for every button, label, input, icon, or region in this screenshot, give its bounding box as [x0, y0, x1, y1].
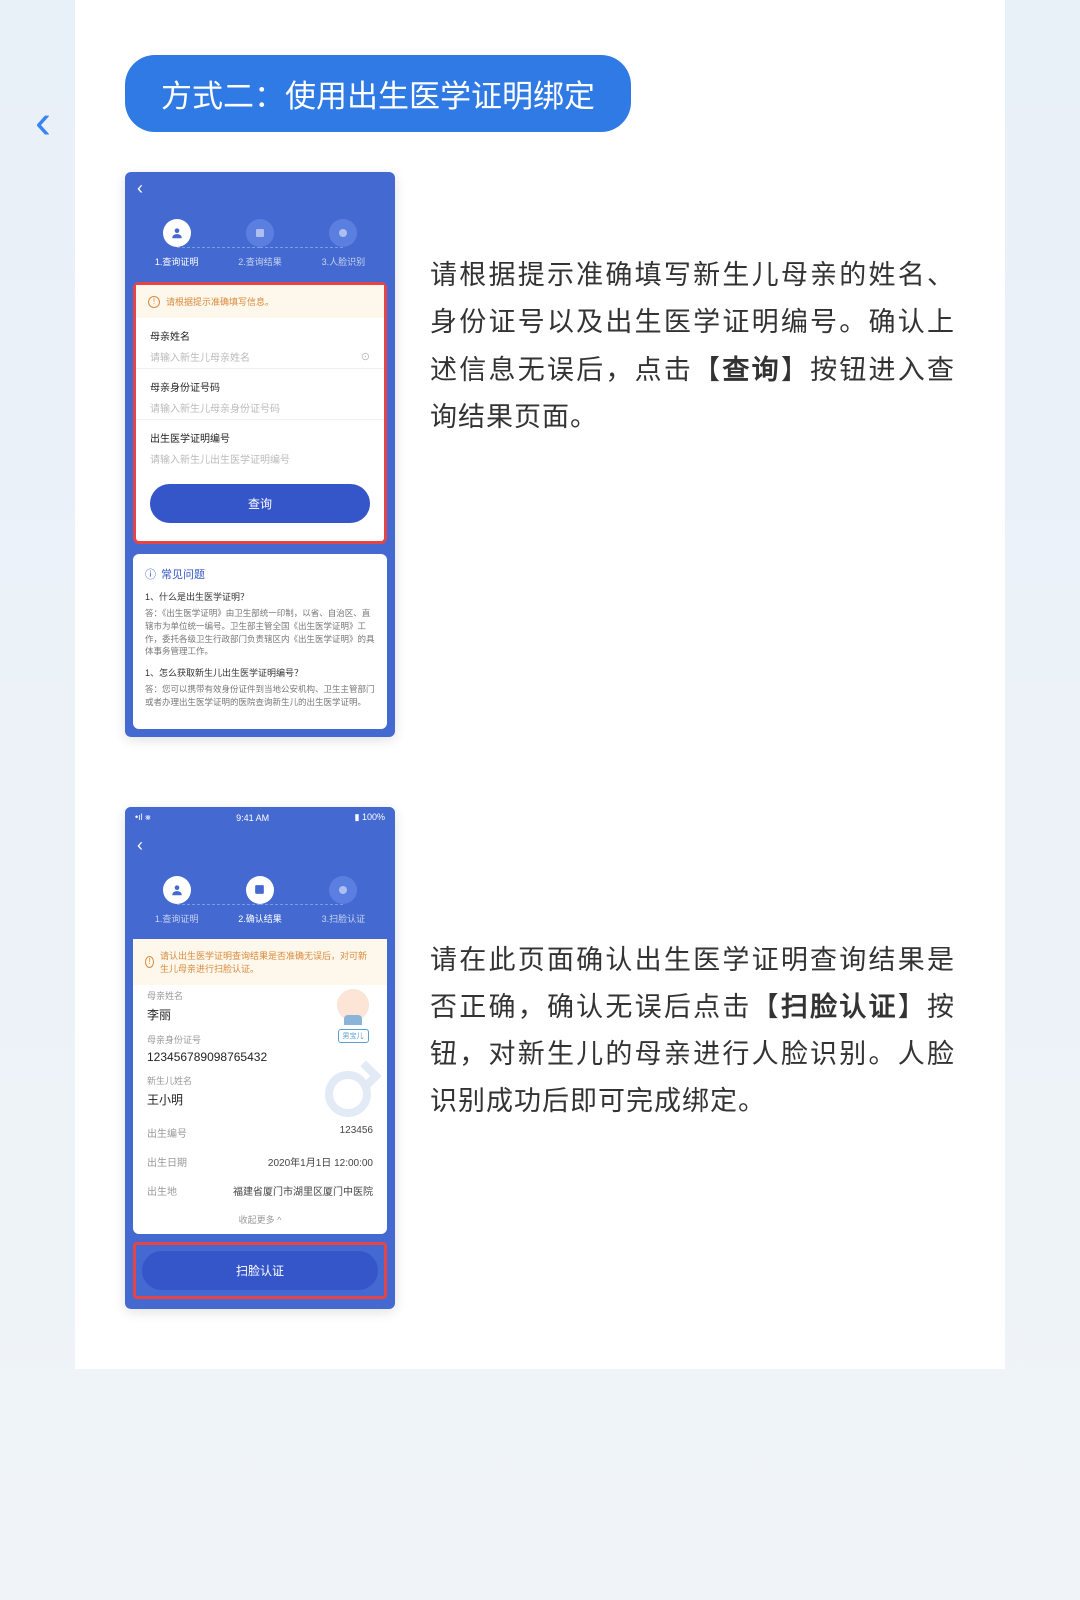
warning-text: 请根据提示准确填写信息。	[166, 295, 274, 308]
list-icon	[246, 219, 274, 247]
field-placeholder: 请输入新生儿母亲姓名	[150, 349, 250, 364]
row-label: 出生日期	[147, 1154, 187, 1169]
person-icon	[163, 219, 191, 247]
step-label: 1.查询证明	[135, 912, 218, 925]
field-placeholder: 请输入新生儿出生医学证明编号	[150, 451, 370, 466]
warning-icon: !	[145, 956, 154, 968]
step-label: 2.确认结果	[218, 912, 301, 925]
form-group-mother-name: 母亲姓名 请输入新生儿母亲姓名 ⊙	[136, 318, 384, 369]
field-label: 出生医学证明编号	[150, 430, 370, 445]
clear-icon: ⊙	[361, 350, 370, 363]
question-icon: ⓘ	[145, 566, 156, 582]
baby-avatar-icon	[337, 989, 369, 1021]
highlighted-form-area: ! 请根据提示准确填写信息。 母亲姓名 请输入新生儿母亲姓名 ⊙ 母亲身份证号码…	[133, 282, 387, 544]
row-value: 123456	[340, 1125, 373, 1140]
face-verify-button: 扫脸认证	[142, 1251, 378, 1290]
screenshot-query-form: ‹ 1.查询证明 2.查询结果	[125, 172, 395, 737]
faq-question: 1、什么是出生医学证明？	[145, 590, 375, 603]
row-value: 2020年1月1日 12:00:00	[268, 1154, 373, 1169]
status-battery: ▮ 100%	[355, 812, 385, 823]
section-query-form: ‹ 1.查询证明 2.查询结果	[125, 172, 955, 737]
warning-text: 请认出生医学证明查询结果是否准确无误后，对可新生儿母亲进行扫脸认证。	[160, 949, 375, 975]
warning-icon: !	[148, 296, 160, 308]
step-label: 3.扫脸认证	[302, 912, 385, 925]
faq-answer: 答：《出生医学证明》由卫生部统一印制，以省、自治区、直辖市为单位统一编号。卫生部…	[145, 607, 375, 658]
face-icon	[329, 876, 357, 904]
row-value: 福建省厦门市湖里区厦门中医院	[233, 1183, 373, 1198]
row-label: 出生地	[147, 1183, 177, 1198]
row-label: 出生编号	[147, 1125, 187, 1140]
steps-indicator: 1.查询证明 2.确认结果 3.扫脸认证	[125, 862, 395, 939]
phone-statusbar: •ıl ⨳ 9:41 AM ▮ 100%	[125, 807, 395, 829]
section2-description: 请在此页面确认出生医学证明查询结果是否正确，确认无误后点击【扫脸认证】按钮，对新…	[430, 807, 955, 1126]
query-button: 查询	[150, 484, 370, 523]
section-result-confirm: •ıl ⨳ 9:41 AM ▮ 100% ‹ 1.查询证明	[125, 807, 955, 1309]
male-symbol-icon	[325, 1071, 371, 1117]
field-label: 母亲身份证号码	[150, 379, 370, 394]
field-label: 母亲姓名	[150, 328, 370, 343]
baby-gender-tag: 男宝儿	[338, 1029, 369, 1043]
phone-back-icon: ‹	[125, 172, 395, 205]
highlighted-face-button-area: 扫脸认证	[133, 1242, 387, 1299]
form-group-cert-no: 出生医学证明编号 请输入新生儿出生医学证明编号	[136, 420, 384, 470]
step-label: 2.查询结果	[218, 255, 301, 268]
method-title-badge: 方式二：使用出生医学证明绑定	[125, 55, 631, 132]
mother-id-value: 123456789098765432	[147, 1050, 373, 1064]
form-group-mother-id: 母亲身份证号码 请输入新生儿母亲身份证号码	[136, 369, 384, 420]
faq-question: 1、怎么获取新生儿出生医学证明编号？	[145, 666, 375, 679]
person-icon	[163, 876, 191, 904]
step-label: 3.人脸识别	[302, 255, 385, 268]
phone-back-icon: ‹	[125, 829, 395, 862]
section1-description: 请根据提示准确填写新生儿母亲的姓名、身份证号以及出生医学证明编号。确认上述信息无…	[430, 172, 955, 441]
main-content: 方式二：使用出生医学证明绑定 ‹ 1.查询证明 2.查询结果	[75, 0, 1005, 1369]
warning-strip: ! 请认出生医学证明查询结果是否准确无误后，对可新生儿母亲进行扫脸认证。	[133, 939, 387, 985]
screenshot-result-confirm: •ıl ⨳ 9:41 AM ▮ 100% ‹ 1.查询证明	[125, 807, 395, 1309]
list-icon	[246, 876, 274, 904]
faq-answer: 答：您可以携带有效身份证件到当地公安机构、卫生主管部门或者办理出生医学证明的医院…	[145, 683, 375, 709]
steps-indicator: 1.查询证明 2.查询结果 3.人脸识别	[125, 205, 395, 282]
field-placeholder: 请输入新生儿母亲身份证号码	[150, 400, 370, 415]
baby-image: 男宝儿	[333, 989, 373, 1043]
page-back-button[interactable]: ‹	[35, 95, 51, 150]
result-card: ! 请认出生医学证明查询结果是否准确无误后，对可新生儿母亲进行扫脸认证。 男宝儿…	[133, 939, 387, 1234]
signal-icon: •ıl ⨳	[135, 812, 151, 823]
face-icon	[329, 219, 357, 247]
status-time: 9:41 AM	[236, 813, 269, 823]
collapse-toggle: 收起更多 ^	[147, 1205, 373, 1234]
warning-strip: ! 请根据提示准确填写信息。	[136, 285, 384, 318]
faq-title: ⓘ 常见问题	[145, 566, 375, 582]
faq-card: ⓘ 常见问题 1、什么是出生医学证明？ 答：《出生医学证明》由卫生部统一印制，以…	[133, 554, 387, 729]
step-label: 1.查询证明	[135, 255, 218, 268]
